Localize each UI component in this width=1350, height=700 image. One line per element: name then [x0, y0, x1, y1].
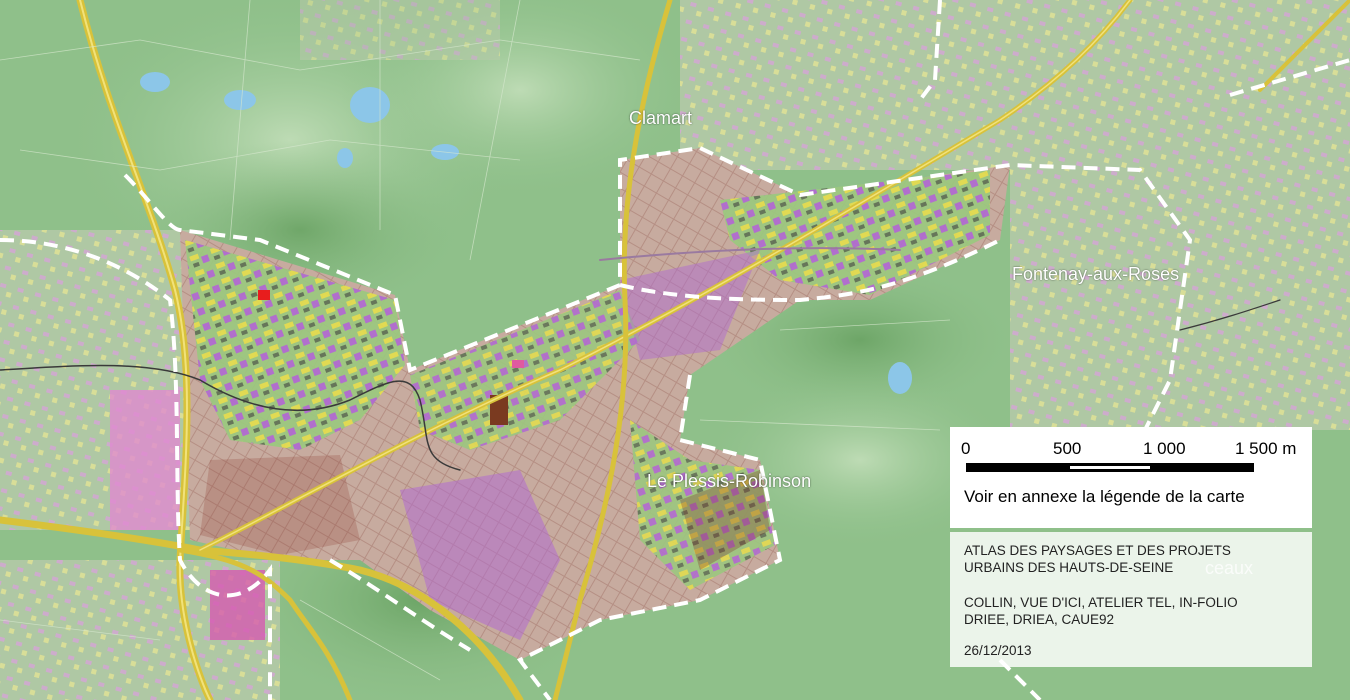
- credits-date: 26/12/2013: [964, 643, 1032, 658]
- map-canvas[interactable]: Clamart Fontenay-aux-Roses Le Plessis-Ro…: [0, 0, 1350, 700]
- place-label-fontenay-aux-roses: Fontenay-aux-Roses: [1012, 264, 1180, 284]
- scale-tick-1000: 1 000: [1143, 439, 1186, 458]
- credits-title-line-2: URBAINS DES HAUTS-DE-SEINE: [964, 560, 1174, 575]
- scale-bar: [966, 463, 1254, 472]
- credits-authors-line-2: DRIEE, DRIEA, CAUE92: [964, 612, 1115, 627]
- place-label-le-plessis-robinson: Le Plessis-Robinson: [647, 471, 812, 491]
- credits-box: ATLAS DES PAYSAGES ET DES PROJETS URBAIN…: [950, 532, 1312, 667]
- scale-tick-0: 0: [961, 439, 971, 458]
- scale-legend-box: 0 500 1 000 1 500 m Voir en annexe la lé…: [950, 427, 1312, 528]
- scale-tick-500: 500: [1053, 439, 1082, 458]
- place-label-clamart: Clamart: [629, 108, 693, 128]
- credits-title-line-1: ATLAS DES PAYSAGES ET DES PROJETS: [964, 543, 1231, 558]
- credits-authors-line-1: COLLIN, VUE D'ICI, ATELIER TEL, IN-FOLIO: [964, 595, 1238, 610]
- scale-tick-1500: 1 500 m: [1235, 439, 1297, 458]
- legend-note: Voir en annexe la légende de la carte: [964, 487, 1245, 506]
